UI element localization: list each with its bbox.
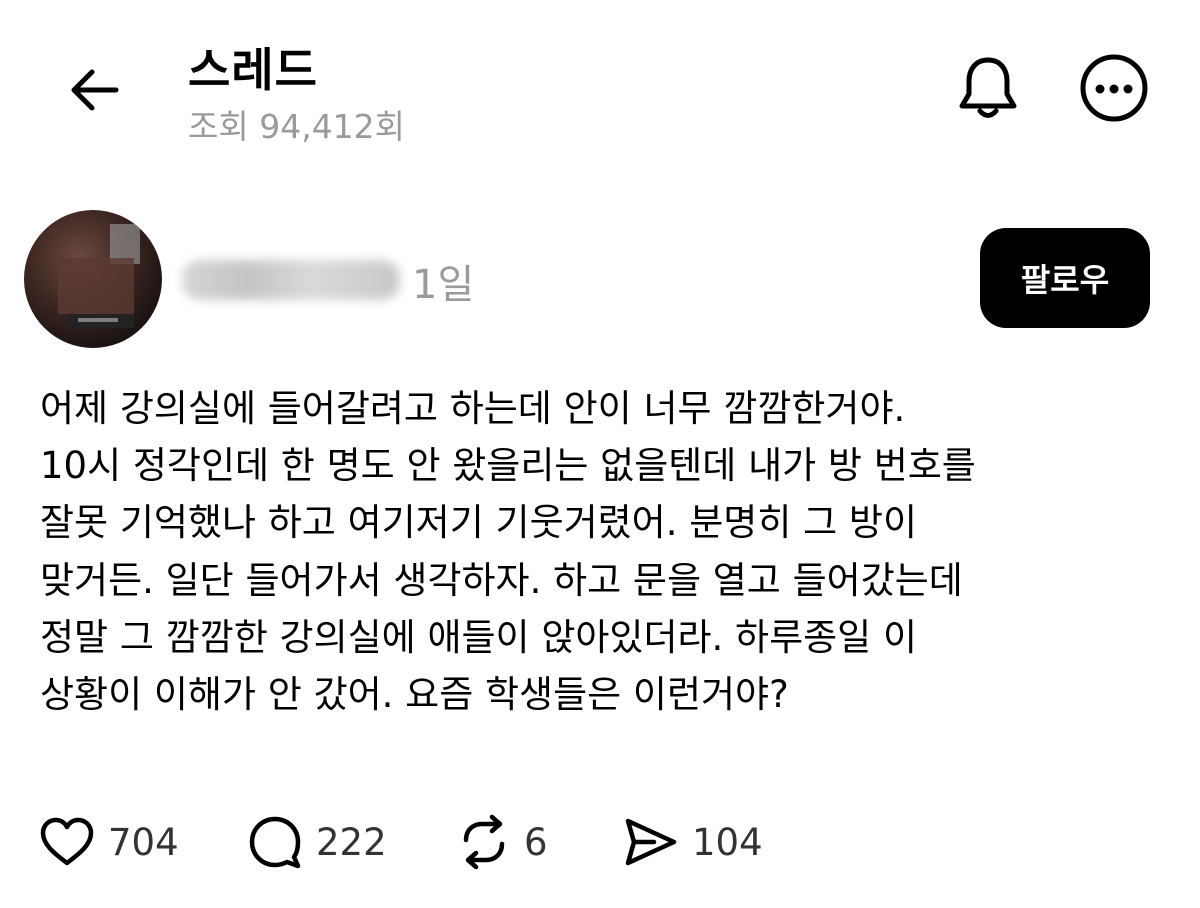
send-icon [625, 818, 677, 866]
comment-count: 222 [316, 820, 387, 864]
post-body: 어제 강의실에 들어갈려고 하는데 안이 너무 깜깜한거야. 10시 정각인데 … [40, 380, 1160, 723]
post-text-line: 정말 그 깜깜한 강의실에 애들이 앉아있더라. 하루종일 이 [40, 615, 918, 659]
post-text-line: 어제 강의실에 들어갈려고 하는데 안이 너무 깜깜한거야. [40, 387, 906, 430]
post-text-line: 잘못 기억했나 하고 여기저기 기웃거렸어. 분명히 그 방이 [40, 501, 918, 545]
avatar-image [58, 224, 140, 328]
post-text-line: 10시 정각인데 한 명도 안 왔을리는 없을텐데 내가 방 번호를 [40, 444, 976, 488]
repost-icon [463, 814, 505, 870]
repost-button[interactable]: 6 [456, 812, 548, 872]
heart-icon [40, 817, 94, 866]
comment-icon [249, 816, 301, 869]
share-button[interactable]: 104 [622, 812, 763, 872]
post-text-line: 상황이 이해가 안 갔어. 요즘 학생들은 이런거야? [40, 673, 789, 717]
notification-button[interactable] [950, 50, 1026, 126]
like-button[interactable]: 704 [38, 812, 179, 872]
post-text-line: 맞거든. 일단 들어가서 생각하자. 하고 문을 열고 들어갔는데 [40, 558, 963, 602]
page-title: 스레드 [188, 43, 318, 97]
share-count: 104 [692, 820, 763, 864]
more-options-button[interactable] [1076, 50, 1152, 126]
back-button[interactable] [62, 58, 126, 122]
like-count: 704 [108, 820, 179, 864]
arrow-left-icon [71, 69, 119, 111]
more-horizontal-icon [1080, 54, 1148, 122]
post-time: 1일 [412, 262, 475, 308]
view-count: 조회 94,412회 [188, 107, 406, 146]
bell-icon [959, 57, 1017, 118]
comment-button[interactable]: 222 [246, 812, 387, 872]
avatar[interactable] [24, 210, 162, 348]
repost-count: 6 [524, 820, 548, 864]
author-username[interactable]: nasirw [182, 260, 400, 300]
follow-button[interactable]: 팔로우 [980, 228, 1150, 328]
